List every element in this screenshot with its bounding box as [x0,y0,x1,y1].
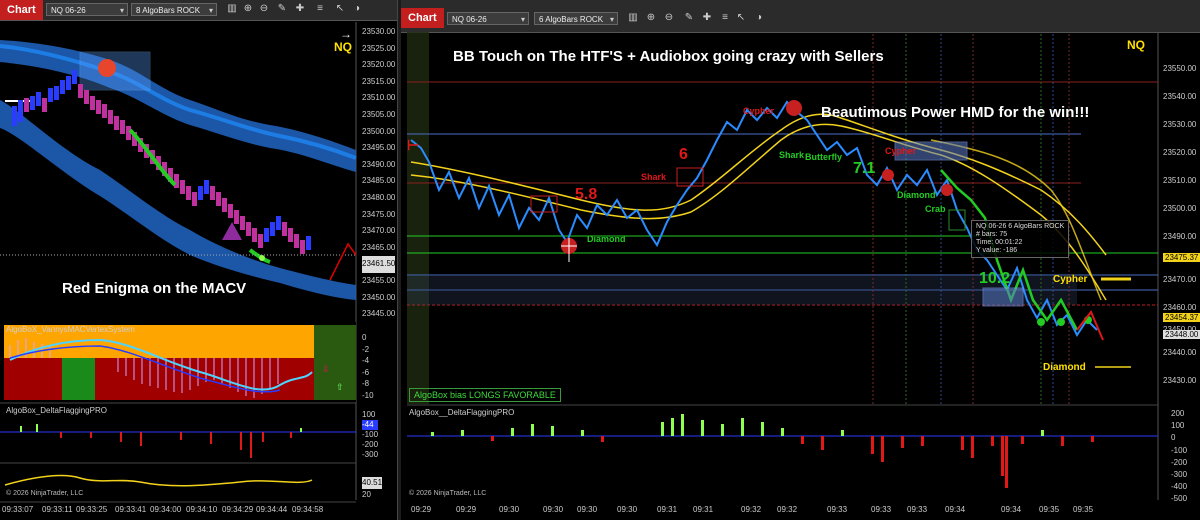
pattern-label: Cypher [885,146,917,156]
pattern-label: Diamond [1043,362,1086,373]
svg-text:⇩: ⇩ [322,364,330,374]
price-tick: 23470.00 [1163,275,1197,284]
price-tick: 23485.00 [362,176,396,186]
price-tick: 23475.00 [362,209,396,219]
left-panel1-title: AlgoBoX_VannysMACVertexSystem [6,325,135,334]
price-tick: 23550.00 [1163,64,1197,73]
left-annotation-text: Red Enigma on the MACV [62,280,247,297]
pattern-value: 10.2 [979,270,1011,287]
price-tick: 23540.00 [1163,92,1197,101]
left-chart-window: Chart NQ 06-26 ▾ 8 AlgoBars ROCK ▾ ▥ ⊕ ⊖… [0,0,398,520]
left-panel1-axis: 0 -2 -4 -6 -8 -10 [362,333,374,400]
pattern-label: Cypher [743,106,775,116]
yellow-price-tag: 23475.37 [1163,253,1200,262]
left-panel3-axis: 40.51 20 [362,477,383,499]
pattern-label: Shark [641,172,667,182]
price-tick: 23470.00 [362,226,396,236]
left-symbol-label: NQ [334,40,352,54]
price-tick: 23500.00 [1163,204,1197,213]
svg-text:⇧: ⇧ [336,382,344,392]
price-tick: 23520.00 [362,60,396,70]
left-panel2-axis: 100 -44 -100 -200 -300 [362,410,379,459]
pattern-value: 6 [679,146,688,163]
right-panel-title: AlgoBox__DeltaFlaggingPRO [409,408,515,417]
pattern-value: 5.8 [575,186,598,203]
subheadline-text: Beautimous Power HMD for the win!!! [821,104,1090,121]
pattern-label: Crab [925,204,946,214]
price-tick: 23510.00 [1163,176,1197,185]
arrow-right-icon: → [340,27,352,41]
left-copyright: © 2026 NinjaTrader, LLC [6,490,84,497]
price-tick: 23480.00 [362,192,396,202]
price-tick: 23495.00 [362,143,396,153]
pattern-label: Diamond [587,234,626,244]
price-tick: 23465.00 [362,242,396,252]
price-tick: 23430.00 [1163,376,1197,385]
right-chart-canvas[interactable]: ⊢ [401,0,1200,520]
current-price-tag: 23448.00 [1163,330,1200,339]
yin-yang-icon [98,59,116,77]
right-price-axis[interactable]: 23550.00 23540.00 23530.00 23520.00 2351… [1163,55,1196,251]
price-tick: 23525.00 [362,43,396,53]
right-panel-axis: 200 100 0 -100 -200 -300 -400 -500 [1171,409,1188,504]
price-tick: 23455.00 [362,275,396,285]
price-tick: 23505.00 [362,109,396,119]
left-chart-canvas[interactable]: → ⇩ ⇧ [0,0,397,520]
svg-text:⊢: ⊢ [407,137,419,153]
yellow-price-tag-2: 23454.37 [1163,313,1200,322]
price-tick: 23500.00 [362,126,396,136]
right-copyright: © 2026 NinjaTrader, LLC [409,490,487,497]
price-tick: 23530.00 [1163,120,1197,129]
price-tick: 23515.00 [362,76,396,86]
price-tick: 23530.00 [362,27,396,36]
pattern-label: Butterfly [805,152,843,162]
pattern-label: Cypher [1053,274,1088,285]
price-tick: 23510.00 [362,93,396,103]
price-tick: 23490.00 [1163,232,1197,241]
price-tick: 23460.00 [1163,303,1197,312]
price-tick: 23440.00 [1163,348,1197,357]
price-tick: 23445.00 [362,309,396,319]
pattern-value: 7.1 [853,160,876,177]
crosshair-info-box: NQ 06-26 6 AlgoBars ROCK # bars: 75 Time… [971,220,1070,258]
price-tick: 23520.00 [1163,148,1197,157]
pattern-label: Diamond [897,190,936,200]
algobox-bias-badge: AlgoBox bias LONGS FAVORABLE [409,388,561,402]
pattern-label: Shark [779,150,805,160]
price-tick: 23450.00 [362,292,396,302]
right-chart-window: Chart NQ 06-26 ▾ 6 AlgoBars ROCK ▾ ▥ ⊕ ⊖… [401,0,1200,520]
current-price-tag: 23461.50 [362,256,396,273]
headline-text: BB Touch on The HTF'S + Audiobox going c… [453,48,884,65]
right-symbol-label: NQ [1127,38,1145,52]
left-panel2-title: AlgoBox_DeltaFlaggingPRO [6,406,107,415]
left-price-axis[interactable]: 23530.00 23525.00 23520.00 23515.00 2351… [362,24,396,323]
price-tick: 23490.00 [362,159,396,169]
